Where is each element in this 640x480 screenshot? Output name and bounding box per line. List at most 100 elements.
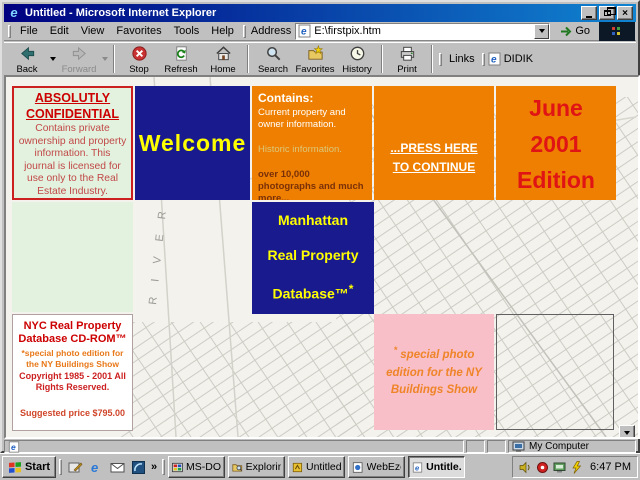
menu-edit[interactable]: Edit <box>44 25 75 37</box>
my-computer-icon <box>512 441 526 453</box>
refresh-button[interactable]: Refresh <box>160 43 202 75</box>
history-button[interactable]: History <box>336 43 378 75</box>
tray-power-icon[interactable] <box>570 461 583 474</box>
restore-button[interactable] <box>599 6 615 20</box>
press-here-line1[interactable]: ...PRESS HERE <box>390 139 477 158</box>
tray-red-status-icon[interactable] <box>536 461 549 474</box>
window-title: Untitled - Microsoft Internet Explorer <box>25 7 579 19</box>
manhattan-database-word: Database™ <box>273 286 349 302</box>
links-label: Links <box>449 53 475 65</box>
stop-button[interactable]: Stop <box>118 43 160 75</box>
chevron-down-icon <box>624 431 630 435</box>
search-button[interactable]: Search <box>252 43 294 75</box>
go-label: Go <box>575 25 590 37</box>
search-icon <box>264 44 283 63</box>
forward-arrow-icon <box>70 44 89 63</box>
address-page-icon: e <box>298 24 311 38</box>
contains-line1: Current property and owner information. <box>258 107 366 132</box>
toolbar: Back Forward Stop <box>4 42 636 75</box>
welcome-text: Welcome <box>139 130 247 157</box>
link-page-icon: e <box>488 52 501 66</box>
cdrom-price: Suggested price $795.00 <box>18 408 127 418</box>
cdrom-info-box: NYC Real Property Database CD-ROM™ *spec… <box>12 314 133 431</box>
links-band-grip[interactable] <box>439 53 442 66</box>
go-button[interactable]: Go <box>553 24 596 39</box>
address-dropdown-button[interactable] <box>534 24 549 39</box>
back-dropdown-button[interactable] <box>48 44 58 74</box>
menu-favorites[interactable]: Favorites <box>110 25 167 37</box>
svg-text:e: e <box>11 442 16 452</box>
toolbar-separator <box>113 45 115 73</box>
minimize-button[interactable] <box>581 6 597 20</box>
tray-display-icon[interactable] <box>553 461 566 474</box>
menu-band-grip[interactable] <box>8 25 11 38</box>
links-didik[interactable]: e DIDIK <box>488 52 533 66</box>
untitled-app-icon <box>292 461 303 474</box>
menu-view[interactable]: View <box>75 25 111 37</box>
print-button[interactable]: Print <box>386 43 428 75</box>
svg-text:e: e <box>91 460 98 475</box>
back-button[interactable]: Back <box>6 43 48 75</box>
manhattan-line3: Database™* <box>252 282 374 302</box>
task-exploring[interactable]: Exploring <box>228 456 285 478</box>
print-icon <box>398 44 417 63</box>
tray-volume-icon[interactable] <box>519 461 532 474</box>
task-untitled[interactable]: Untitled - <box>288 456 345 478</box>
address-band-grip[interactable] <box>243 25 246 38</box>
manhattan-line2: Real Property <box>252 247 374 263</box>
task-webeze[interactable]: WebEze <box>348 456 405 478</box>
stop-icon <box>130 44 149 63</box>
home-button[interactable]: Home <box>202 43 244 75</box>
forward-button[interactable]: Forward <box>58 43 100 75</box>
forward-dropdown-button[interactable] <box>100 44 110 74</box>
task-msdos[interactable]: MS-DOS <box>168 456 225 478</box>
green-spacer-box <box>12 202 133 312</box>
manhattan-database-banner: Manhattan Real Property Database™* <box>252 202 374 314</box>
address-label: Address <box>251 25 291 37</box>
address-input[interactable]: e E:\firstpix.htm <box>295 23 550 40</box>
restore-icon <box>604 10 611 16</box>
quick-launch-chevron[interactable]: » <box>151 461 157 473</box>
outlook-mail-icon[interactable] <box>109 459 126 476</box>
taskbar-grip[interactable] <box>162 459 165 475</box>
close-button[interactable]: × <box>617 6 633 20</box>
browser-window: e Untitled - Microsoft Internet Explorer… <box>0 0 640 453</box>
press-here-line2[interactable]: TO CONTINUE <box>393 158 475 177</box>
back-arrow-icon <box>18 44 37 63</box>
status-bar: e My Computer <box>4 439 636 453</box>
menu-address-bar: File Edit View Favorites Tools Help Addr… <box>4 22 636 41</box>
status-zone-label: My Computer <box>529 441 589 452</box>
toolbar-separator <box>381 45 383 73</box>
links-grip[interactable] <box>482 53 485 66</box>
system-tray: 6:47 PM <box>512 456 638 478</box>
address-value[interactable]: E:\firstpix.htm <box>314 25 534 37</box>
channels-icon[interactable] <box>130 459 147 476</box>
status-page-icon: e <box>8 441 20 453</box>
ie-throbber <box>599 22 635 41</box>
taskbar-grip[interactable] <box>59 459 62 475</box>
scroll-down-button[interactable] <box>619 425 635 439</box>
status-pane-small <box>466 440 485 453</box>
task-untitle-active[interactable]: e Untitle... <box>408 456 465 478</box>
cdrom-copyright: Copyright 1985 - 2001 All Rights Reserve… <box>18 371 127 394</box>
menu-help[interactable]: Help <box>205 25 240 37</box>
chevron-down-icon <box>50 57 56 61</box>
favorites-icon <box>306 44 325 63</box>
start-button[interactable]: Start <box>2 456 56 478</box>
press-here-link[interactable]: ...PRESS HERE TO CONTINUE <box>374 86 494 200</box>
svg-text:e: e <box>491 55 497 66</box>
contains-title: Contains: <box>258 91 366 105</box>
title-bar: e Untitled - Microsoft Internet Explorer… <box>4 4 636 22</box>
contains-line2: Historic information. <box>258 144 366 155</box>
show-desktop-icon[interactable] <box>67 459 84 476</box>
confidential-body: Contains private ownership and property … <box>18 123 127 200</box>
taskbar-clock: 6:47 PM <box>590 461 631 473</box>
favorites-button[interactable]: Favorites <box>294 43 336 75</box>
chevron-down-icon <box>539 29 545 33</box>
start-label: Start <box>25 461 50 473</box>
menu-tools[interactable]: Tools <box>168 25 206 37</box>
menu-file[interactable]: File <box>14 25 44 37</box>
msdos-icon <box>172 461 183 474</box>
ie-quicklaunch-icon[interactable]: e <box>88 459 105 476</box>
page-content: R I V E R ABSOLUTLY CONFIDENTIAL Contain… <box>4 75 640 439</box>
